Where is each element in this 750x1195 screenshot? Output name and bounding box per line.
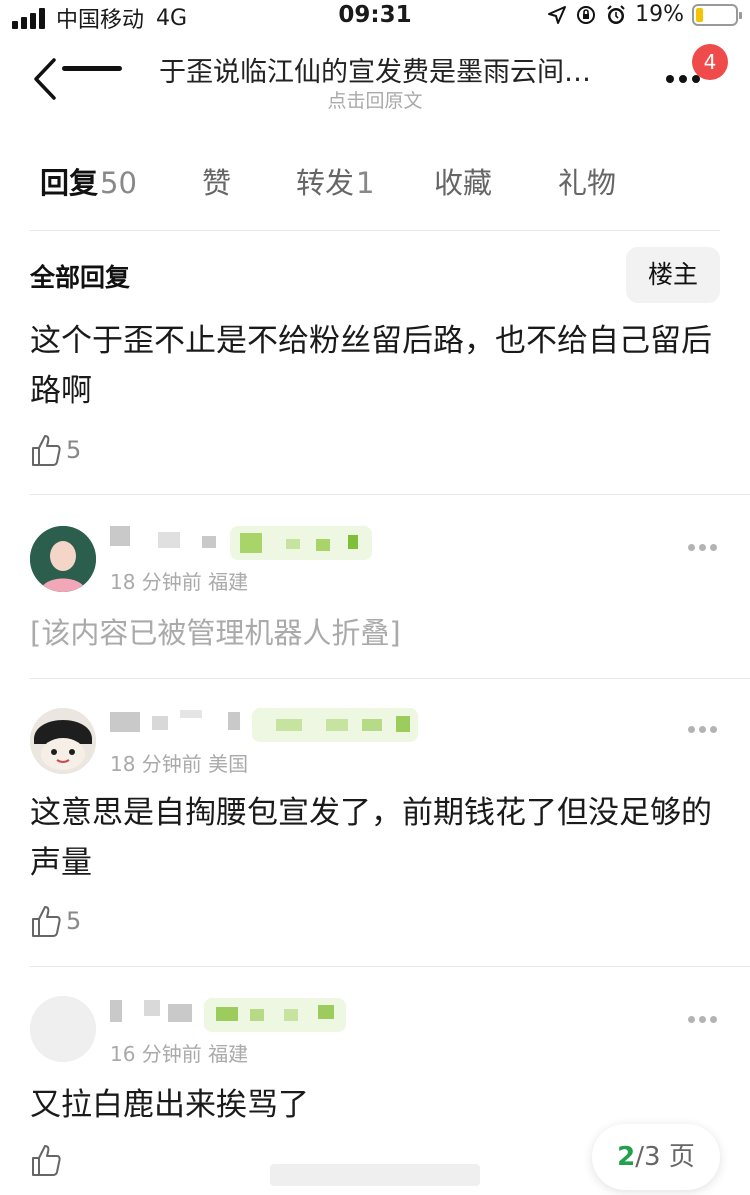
tab-replies[interactable]: 回复50 [40,160,137,202]
notification-badge: 4 [692,44,728,80]
page-title: 于歪说临江仙的宣发费是墨雨云间… [159,57,591,88]
battery-fill [696,7,704,22]
active-tab-indicator [62,66,122,71]
more-dot [699,544,706,551]
current-page: 2 [617,1142,636,1172]
status-right: 19% [547,2,742,27]
divider [30,966,750,967]
battery-percent: 19% [635,2,684,27]
avatar[interactable] [30,708,96,774]
more-dot [699,1016,706,1023]
more-dots-icon [688,1016,695,1023]
like-button[interactable] [30,1140,66,1180]
more-dots-icon [688,726,695,733]
battery-icon [692,3,742,26]
username-blurred[interactable] [110,708,240,734]
comment-more-button[interactable] [688,718,722,733]
user-level-tag [252,708,418,742]
battery-tip [739,11,742,19]
avatar[interactable] [30,526,96,592]
tab-label: 转发 [296,166,355,200]
back-to-original-link[interactable]: 点击回原文 [100,86,650,113]
comment-text: 这意思是自掏腰包宣发了，前期钱花了但没足够的声量 [30,795,712,881]
comment-meta: 18 分钟前 福建 [110,570,249,594]
owner-only-button[interactable]: 楼主 [626,247,720,303]
like-count: 5 [66,907,82,935]
more-dots-icon [688,544,695,551]
more-dot [710,1016,717,1023]
tab-label: 礼物 [558,166,617,200]
back-button[interactable] [26,54,66,104]
chevron-left-icon [34,58,56,100]
comment-text: 这个于歪不止是不给粉丝留后路，也不给自己留后路啊 [30,323,712,409]
thumbs-up-icon [32,435,61,466]
orientation-lock-icon [577,5,596,24]
like-button[interactable]: 5 [30,901,81,941]
avatar[interactable] [30,996,96,1062]
page-indicator[interactable]: 2/3 页 [592,1124,720,1190]
more-dots-icon [666,75,674,83]
tab-likes[interactable]: 赞 [202,160,231,202]
username-blurred[interactable] [110,998,194,1024]
alarm-icon [607,4,625,24]
thumbs-up-icon [32,906,61,937]
location-arrow-icon [548,5,567,24]
comment-more-button[interactable] [688,1008,722,1023]
more-dot [710,726,717,733]
nav-header: 于歪说临江仙的宣发费是墨雨云间… 点击回原文 4 [0,34,750,130]
tab-count: 50 [100,166,137,200]
divider [30,678,750,679]
divider [30,230,720,231]
comment-meta: 16 分钟前 福建 [110,1042,249,1066]
like-button[interactable]: 5 [30,430,81,470]
thumbs-up-icon [32,1145,61,1176]
more-dot [699,726,706,733]
tab-count: 1 [356,166,375,200]
comment-meta: 18 分钟前 美国 [110,752,249,776]
comment-text: 又拉白鹿出来挨骂了 [30,1087,309,1123]
tab-favorites[interactable]: 收藏 [434,160,492,202]
tab-bar: 回复50 赞 转发1 收藏 礼物 [0,160,750,232]
total-pages: /3 页 [635,1142,695,1172]
like-count: 5 [66,436,82,464]
more-dot [710,544,717,551]
user-level-tag [230,526,372,560]
more-dot [679,75,687,83]
status-bar: 中国移动 4G 09:31 19% [0,0,750,34]
username-blurred[interactable] [110,524,220,550]
blurred-content [270,1164,480,1186]
tab-reposts[interactable]: 转发1 [296,160,374,202]
tab-gifts[interactable]: 礼物 [558,160,616,202]
avatar-image [30,996,96,1062]
user-level-tag [204,998,346,1032]
avatar-image [30,708,96,774]
avatar-image [30,526,96,592]
section-title: 全部回复 [30,263,131,292]
divider [30,494,750,495]
folded-comment-notice[interactable]: [该内容已被管理机器人折叠] [30,610,401,652]
tab-label: 赞 [202,166,232,200]
comment-more-button[interactable] [688,536,722,551]
tab-label: 回复 [40,166,99,200]
tab-label: 收藏 [434,166,493,200]
